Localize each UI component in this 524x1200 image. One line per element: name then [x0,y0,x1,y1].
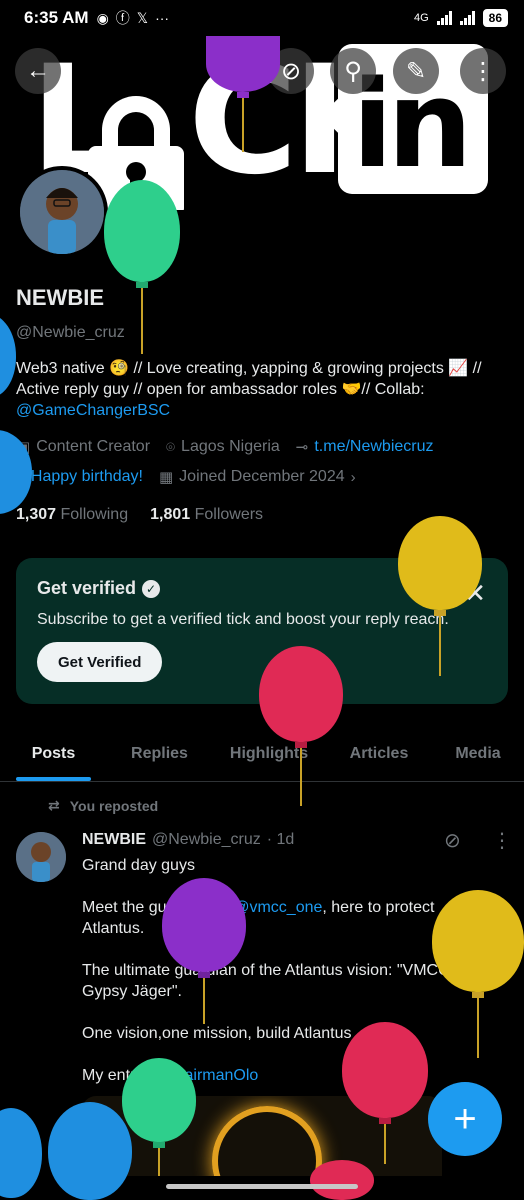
more-button[interactable]: ⋮ [460,48,506,94]
more-vertical-icon[interactable]: ⋮ [492,828,512,853]
back-button[interactable]: ← [15,48,61,94]
profile-meta-row-2: ◌Happy birthday! ▦ Joined December 2024 › [16,468,516,486]
balloon-red-bottom [342,1022,428,1164]
signal-2-icon [459,11,475,25]
balloon-red-mid [259,646,343,806]
post-image-ring [212,1106,322,1176]
edit-icon: ✎ [405,57,427,85]
more-vertical-icon: ⋮ [471,57,495,85]
balloon-yellow-bottom [432,890,524,1058]
repost-icon: ⇄ [48,797,60,813]
balloon-blue-bottom-1 [0,1108,42,1198]
birthday-label[interactable]: Happy birthday! [31,468,143,486]
grok-icon: ⊘ [280,57,302,85]
joined-label: Joined December 2024 [179,468,345,485]
tab-posts[interactable]: Posts [0,726,107,781]
balloon-blue-bottom-2 [48,1102,132,1200]
verified-badge-icon: ✓ [142,579,161,598]
plus-icon: + [453,1096,477,1141]
balloon-green [104,180,180,354]
balloon-green-bottom [122,1058,196,1176]
verify-title: Get verified [37,578,137,598]
repost-label: You reposted [69,797,159,814]
category-label: Content Creator [36,438,151,455]
balloon-yellow-right [398,516,482,676]
website-link[interactable]: t.me/Newbiecruz [314,438,433,456]
category-item: ▣Content Creator [16,438,150,456]
calendar-icon: ▦ [158,469,174,486]
profile-bio: Web3 native 🧐 // Love creating, yapping … [16,358,506,421]
search-icon: ⚲ [344,57,362,85]
status-time: 6:35 AM [24,8,89,27]
website-item[interactable]: ⊸ t.me/Newbiecruz [296,438,434,456]
search-button[interactable]: ⚲ [330,48,376,94]
compose-fab[interactable]: + [428,1082,502,1156]
bio-mention-link[interactable]: @GameChangerBSC [16,402,170,419]
birthday-item[interactable]: ◌Happy birthday! [16,468,143,486]
tab-media-label: Media [455,744,501,762]
balloon-blue-left-2 [0,430,32,514]
chevron-right-icon: › [350,468,356,486]
notification-icons: ◉ ⓕ 𝕏 ··· [97,8,170,28]
profile-name: NEWBIE [16,285,104,310]
post-handle[interactable]: @Newbie_cruz [152,831,261,849]
balloon-purple-top [206,36,280,152]
repost-indicator: ⇄ You reposted [48,797,158,814]
status-bar: 6:35 AM ◉ ⓕ 𝕏 ··· 4G 86 [0,0,524,36]
balloon-blue-left-1 [0,314,16,398]
grok-icon[interactable]: ⊘ [444,828,461,853]
home-indicator [166,1184,358,1189]
followers-stat[interactable]: 1,801 Followers [150,506,263,524]
balloon-pink-bottom [310,1160,374,1200]
post-line-2: Meet the guardian of @vmcc_one, here to … [82,897,492,939]
post-avatar[interactable] [16,832,66,882]
post-line-3: The ultimate guardian of the Atlantus vi… [82,962,485,1000]
following-stat[interactable]: 1,307 Following [16,506,128,524]
get-verified-button[interactable]: Get Verified [37,642,163,682]
messenger-icon: ◉ [96,9,109,26]
tab-posts-label: Posts [31,744,76,762]
location-item: ⌾ Lagos Nigeria [166,438,280,456]
location-label: Lagos Nigeria [181,438,280,455]
post-header: NEWBIE @Newbie_cruz · 1d [82,831,294,849]
more-notifications-icon: ··· [155,10,170,26]
post-mention-vmcc[interactable]: @vmcc_one [233,899,322,916]
profile-avatar[interactable] [16,166,108,258]
post-author[interactable]: NEWBIE [82,831,146,849]
battery-indicator: 86 [482,9,508,27]
followers-label: Followers [194,506,264,523]
tab-replies[interactable]: Replies [107,726,212,781]
link-icon: ⊸ [295,439,309,456]
location-pin-icon: ⌾ [166,438,176,456]
facebook-icon: ⓕ [115,10,130,26]
network-label: 4G [413,12,429,24]
bio-text: Web3 native 🧐 // Love creating, yapping … [16,360,482,398]
active-tab-underline [16,777,91,781]
post-line-4: One vision,one mission, build Atlantus [82,1025,352,1042]
follow-stats: 1,307 Following 1,801 Followers [16,506,263,524]
verify-subtitle: Subscribe to get a verified tick and boo… [37,611,449,628]
signal-icon [436,11,452,25]
following-label: Following [60,506,129,523]
verify-title-row: Get verified ✓ [37,578,161,599]
x-icon: 𝕏 [136,9,149,26]
balloon-purple-mid [162,878,246,1024]
post-line-1: Grand day guys [82,857,195,874]
followers-count: 1,801 [150,506,191,523]
tab-articles-label: Articles [349,744,409,762]
status-right: 4G 86 [414,9,508,27]
edit-button[interactable]: ✎ [393,48,439,94]
joined-item[interactable]: ▦ Joined December 2024 › [159,468,356,486]
arrow-left-icon: ← [26,57,50,84]
tab-media[interactable]: Media [432,726,524,781]
profile-meta-row-1: ▣Content Creator ⌾ Lagos Nigeria ⊸ t.me/Ne… [16,438,516,456]
tab-replies-label: Replies [131,744,188,762]
post-time: · 1d [266,831,295,848]
